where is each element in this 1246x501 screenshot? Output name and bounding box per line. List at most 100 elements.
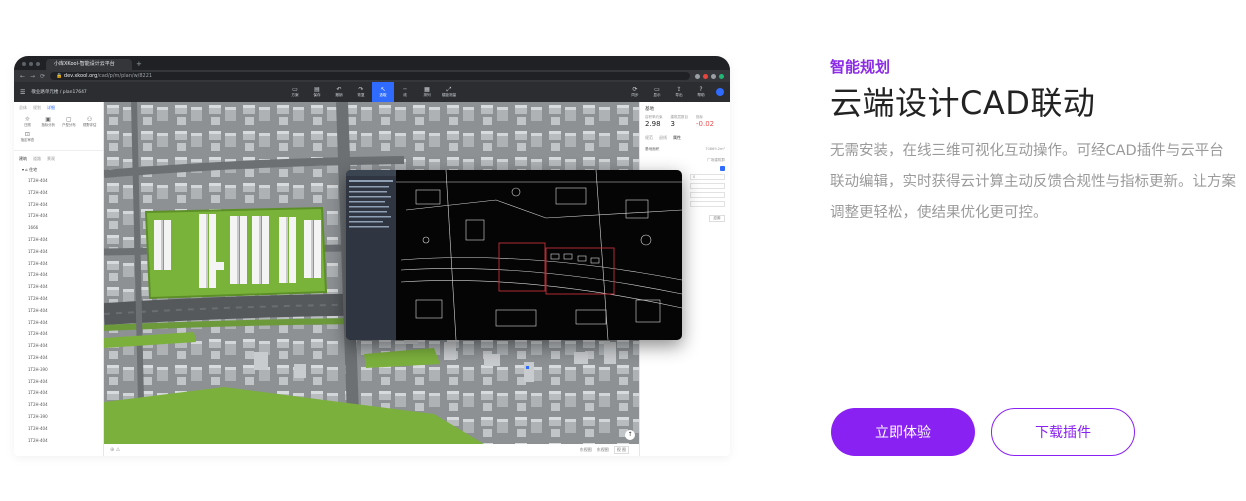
- extension-icon: [703, 73, 708, 79]
- measure-icon: ⤢: [446, 86, 452, 93]
- list-item[interactable]: 1T2H-404: [14, 352, 103, 364]
- tool-label: 保存: [313, 93, 321, 97]
- analysis-tool[interactable]: ⚇ 视野评估: [79, 116, 100, 128]
- compass-icon[interactable]: ↑: [625, 430, 635, 440]
- tool-button-sync[interactable]: ⟳ 同步: [624, 82, 646, 102]
- tab-detail[interactable]: 详细: [47, 105, 55, 111]
- property-input-2[interactable]: [690, 183, 725, 189]
- list-item[interactable]: 1T2H-404: [14, 187, 103, 199]
- list-item[interactable]: 1T2H-404: [14, 175, 103, 187]
- analysis-tool-label: 视野评估: [82, 123, 97, 127]
- left-panel-subtabs: 建筑 道路 景观: [14, 150, 103, 165]
- subtab-buildings[interactable]: 建筑: [19, 156, 27, 162]
- tool-button-redo[interactable]: ↷ 恢复: [350, 82, 372, 102]
- tab-regulation[interactable]: 规范: [645, 135, 653, 141]
- list-item[interactable]: 1T2H-404: [14, 199, 103, 211]
- list-item[interactable]: 1T2H-404: [14, 258, 103, 270]
- analysis-tool[interactable]: ▣ 指标分析: [38, 116, 59, 128]
- tool-label: 线: [403, 93, 407, 97]
- list-item[interactable]: 1T2H-404: [14, 399, 103, 411]
- list-item[interactable]: 1T2H-404: [14, 423, 103, 435]
- toolbar-tools-right: ⟳ 同步 ▭ 显示 ⇪ 导出? 帮助: [624, 82, 724, 102]
- property-input[interactable]: 0: [690, 174, 725, 180]
- list-item[interactable]: 1T2H-404: [14, 305, 103, 317]
- list-item[interactable]: 1T2H-404: [14, 376, 103, 388]
- list-item[interactable]: 1T2H-404: [14, 281, 103, 293]
- section-eyebrow: 智能规划: [830, 58, 891, 76]
- status-view-3[interactable]: 视 图: [613, 446, 629, 454]
- list-item[interactable]: 1T2H-404: [14, 328, 103, 340]
- apply-button[interactable]: 应用: [709, 215, 725, 222]
- list-item[interactable]: 1T2H-404: [14, 293, 103, 305]
- tool-button-export[interactable]: ⇪ 导出: [668, 82, 690, 102]
- tool-label: 恢复: [357, 93, 365, 97]
- display-icon: ▭: [654, 86, 660, 93]
- tool-button-help[interactable]: ? 帮助: [690, 82, 712, 102]
- list-item[interactable]: 1T2H-404: [14, 340, 103, 352]
- download-plugin-button[interactable]: 下载插件: [991, 408, 1135, 456]
- extension-icons: [695, 73, 724, 79]
- list-item[interactable]: 1T2H-390: [14, 411, 103, 423]
- property-input-4[interactable]: [690, 201, 725, 207]
- site-metrics: 容积率约束 2.98 建筑层数目 3 指标 -0.02: [645, 115, 725, 128]
- tool-button-folder[interactable]: ▭ 方案: [284, 82, 306, 102]
- help-icon: ?: [699, 86, 703, 93]
- tab-overall[interactable]: 总体: [19, 105, 27, 111]
- puzzle-icon: [711, 73, 716, 79]
- tree-group-label: 住宅: [29, 167, 38, 172]
- back-icon: ←: [20, 72, 26, 80]
- tool-button-measure[interactable]: ⤢ 楼距测量: [438, 82, 460, 102]
- tool-button-save[interactable]: ▤ 保存: [306, 82, 328, 102]
- tab-setback[interactable]: 退线: [659, 135, 667, 141]
- avatar[interactable]: [716, 88, 724, 96]
- site-area-value: 70869.2m²: [705, 147, 725, 151]
- list-item[interactable]: 1T2H-404: [14, 387, 103, 399]
- list-item[interactable]: 1T2H-404: [14, 435, 103, 447]
- site-area-label: 基地面积: [645, 147, 660, 151]
- analysis-tool[interactable]: ☼ 日照: [17, 116, 38, 128]
- metric-value: 3: [670, 120, 675, 128]
- cad-drawing: [346, 170, 682, 340]
- metric-value: 2.98: [645, 120, 661, 128]
- plaza-checkbox[interactable]: [720, 166, 725, 171]
- subtab-landscape[interactable]: 景观: [47, 156, 55, 162]
- analysis-tool-label: 指标分析: [41, 123, 55, 127]
- left-panel: 总体 规划 详细 ☼ 日照 ▣ 指标分析 ▢ 户型分布 ⚇ 视野评估 ⊡ 指定审查 建筑 道路 景…: [14, 102, 104, 456]
- toolbar-tools: ▭ 方案 ▤ 保存 ↶ 撤销 ↷ 恢复 ↖ 选取 ╌ 线 ▦ 排列 ⤢ 楼距测量: [284, 82, 460, 102]
- list-item[interactable]: 1666: [14, 222, 103, 234]
- tool-button-display[interactable]: ▭ 显示: [646, 82, 668, 102]
- tool-button-select[interactable]: ↖ 选取: [372, 82, 394, 102]
- analysis-tool[interactable]: ▢ 户型分布: [59, 116, 80, 128]
- analysis-tool-icon: ☼: [24, 116, 31, 123]
- analysis-tool-icon: ⊡: [24, 131, 30, 138]
- list-item[interactable]: 1T2H-404: [14, 246, 103, 258]
- tab-planning[interactable]: 规划: [33, 105, 41, 111]
- subtab-roads[interactable]: 道路: [33, 156, 41, 162]
- building-list: 1T2H-404 1T2H-404 1T2H-404 1T2H-404 1666 1T2H…: [14, 175, 103, 446]
- status-view-2[interactable]: 东视图: [597, 447, 609, 453]
- folder-icon: ▭: [292, 86, 298, 93]
- right-panel-title: 基地: [645, 107, 654, 112]
- tool-button-grid[interactable]: ▦ 排列: [416, 82, 438, 102]
- list-item[interactable]: 1T2H-404: [14, 210, 103, 222]
- url-host: dev.xkool.org: [63, 73, 98, 79]
- list-item[interactable]: 1T2H-404: [14, 269, 103, 281]
- tool-label: 帮助: [697, 93, 705, 97]
- list-item[interactable]: 1T2H-404: [14, 234, 103, 246]
- analysis-tool-icon: ▢: [66, 116, 72, 123]
- status-view-1[interactable]: 东视图: [580, 447, 592, 453]
- tool-label: 方案: [291, 93, 299, 97]
- tree-group[interactable]: ▾ ⌂ 住宅: [14, 165, 103, 175]
- browser-tab: 小库XKool-智能设计云平台: [46, 59, 132, 70]
- property-input-3[interactable]: [690, 192, 725, 198]
- try-now-button[interactable]: 立即体验: [831, 408, 975, 456]
- tool-button-line[interactable]: ╌ 线: [394, 82, 416, 102]
- analysis-tool[interactable]: ⊡ 指定审查: [17, 131, 38, 143]
- list-item[interactable]: 1T2H-404: [14, 317, 103, 329]
- tool-button-undo[interactable]: ↶ 撤销: [328, 82, 350, 102]
- analysis-tool-label: 指定审查: [20, 138, 35, 142]
- tab-properties[interactable]: 属性: [673, 135, 681, 141]
- metric: 容积率约束 2.98: [645, 115, 663, 128]
- tool-label: 显示: [653, 93, 661, 97]
- list-item[interactable]: 1T2H-390: [14, 364, 103, 376]
